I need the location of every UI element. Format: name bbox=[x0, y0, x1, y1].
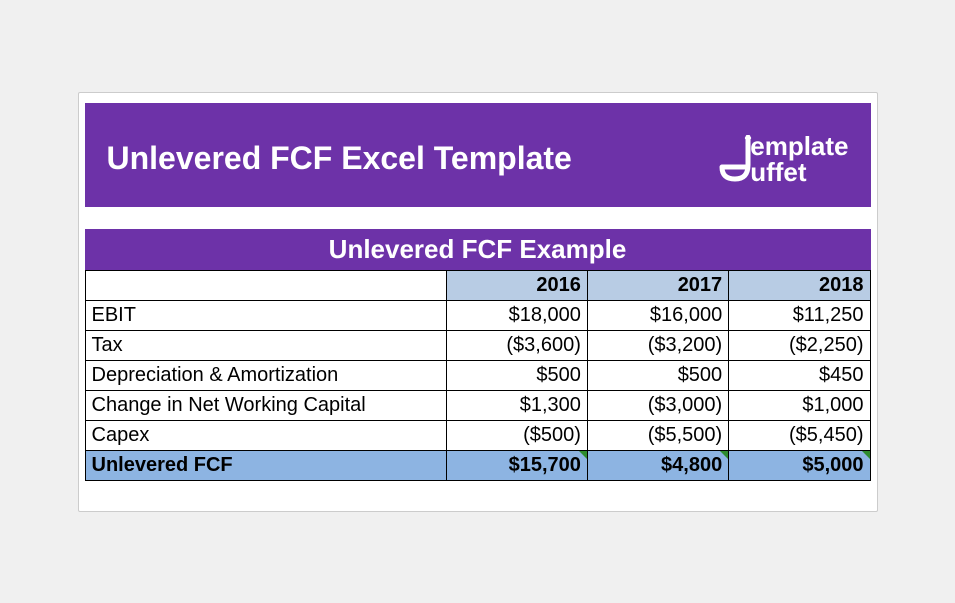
table-row: Depreciation & Amortization $500 $500 $4… bbox=[85, 360, 870, 390]
header-blank bbox=[85, 270, 446, 300]
template-card: Unlevered FCF Excel Template emplate uff… bbox=[78, 92, 878, 512]
cell-value: ($3,600) bbox=[446, 330, 587, 360]
cell-value: $450 bbox=[729, 360, 870, 390]
logo-line-1: emplate bbox=[750, 133, 848, 159]
total-label: Unlevered FCF bbox=[85, 450, 446, 480]
page-title: Unlevered FCF Excel Template bbox=[107, 140, 572, 177]
logo-text: emplate uffet bbox=[750, 133, 848, 185]
cell-value: ($3,200) bbox=[587, 330, 728, 360]
table-row: Tax ($3,600) ($3,200) ($2,250) bbox=[85, 330, 870, 360]
cell-value: ($2,250) bbox=[729, 330, 870, 360]
logo-line-2: uffet bbox=[750, 159, 848, 185]
banner: Unlevered FCF Excel Template emplate uff… bbox=[85, 103, 871, 207]
year-header: 2017 bbox=[587, 270, 728, 300]
cell-value: $18,000 bbox=[446, 300, 587, 330]
formula-indicator-icon bbox=[720, 451, 728, 459]
subtitle-bar: Unlevered FCF Example bbox=[85, 229, 871, 270]
cell-value: ($5,450) bbox=[729, 420, 870, 450]
total-val-text: $15,700 bbox=[509, 454, 581, 476]
total-val-text: $5,000 bbox=[802, 454, 863, 476]
cell-value: ($5,500) bbox=[587, 420, 728, 450]
year-header: 2016 bbox=[446, 270, 587, 300]
fcf-table: 2016 2017 2018 EBIT $18,000 $16,000 $11,… bbox=[85, 270, 871, 481]
row-label: Tax bbox=[85, 330, 446, 360]
row-label: Change in Net Working Capital bbox=[85, 390, 446, 420]
row-label: EBIT bbox=[85, 300, 446, 330]
cell-value: $500 bbox=[446, 360, 587, 390]
logo: emplate uffet bbox=[718, 133, 848, 185]
cell-value: ($3,000) bbox=[587, 390, 728, 420]
cell-value: ($500) bbox=[446, 420, 587, 450]
row-label: Depreciation & Amortization bbox=[85, 360, 446, 390]
table-row: EBIT $18,000 $16,000 $11,250 bbox=[85, 300, 870, 330]
table-row: Capex ($500) ($5,500) ($5,450) bbox=[85, 420, 870, 450]
year-header: 2018 bbox=[729, 270, 870, 300]
total-value: $4,800 bbox=[587, 450, 728, 480]
header-row: 2016 2017 2018 bbox=[85, 270, 870, 300]
ladle-icon bbox=[718, 135, 752, 185]
cell-value: $16,000 bbox=[587, 300, 728, 330]
formula-indicator-icon bbox=[579, 451, 587, 459]
cell-value: $1,300 bbox=[446, 390, 587, 420]
total-val-text: $4,800 bbox=[661, 454, 722, 476]
cell-value: $11,250 bbox=[729, 300, 870, 330]
total-row: Unlevered FCF $15,700 $4,800 $5,000 bbox=[85, 450, 870, 480]
row-label: Capex bbox=[85, 420, 446, 450]
total-value: $15,700 bbox=[446, 450, 587, 480]
formula-indicator-icon bbox=[862, 451, 870, 459]
table-row: Change in Net Working Capital $1,300 ($3… bbox=[85, 390, 870, 420]
spacer bbox=[79, 207, 877, 229]
cell-value: $1,000 bbox=[729, 390, 870, 420]
cell-value: $500 bbox=[587, 360, 728, 390]
total-value: $5,000 bbox=[729, 450, 870, 480]
